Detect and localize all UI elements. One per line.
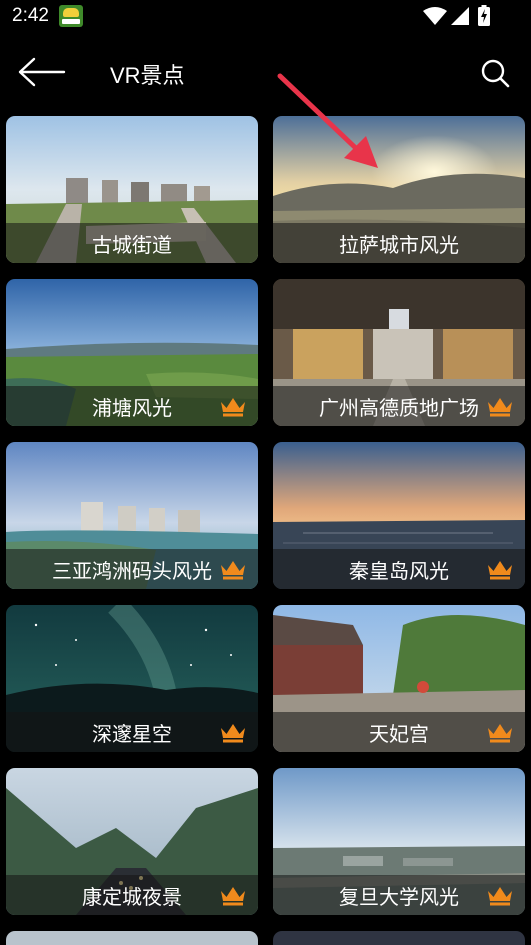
crown-icon bbox=[221, 561, 245, 580]
spot-card-lhasa-city[interactable]: 拉萨城市风光 bbox=[273, 116, 525, 263]
crown-icon bbox=[488, 887, 512, 906]
spot-card-guangzhou-plaza[interactable]: 广州高德质地广场 bbox=[273, 279, 525, 426]
spot-card-partial-right[interactable] bbox=[273, 931, 525, 945]
spot-card-fudan-university[interactable]: 复旦大学风光 bbox=[273, 768, 525, 915]
search-button[interactable] bbox=[478, 56, 512, 90]
spot-card-gucheng-street[interactable]: 古城街道 bbox=[6, 116, 258, 263]
battery-charging-icon bbox=[478, 5, 490, 26]
spot-card-kangding-night[interactable]: 康定城夜景 bbox=[6, 768, 258, 915]
crown-icon bbox=[488, 724, 512, 743]
status-time: 2:42 bbox=[12, 5, 49, 26]
spot-card-qinhuangdao[interactable]: 秦皇岛风光 bbox=[273, 442, 525, 589]
crown-icon bbox=[221, 398, 245, 417]
back-arrow-icon bbox=[18, 57, 66, 87]
spot-card-putang[interactable]: 浦塘风光 bbox=[6, 279, 258, 426]
crown-icon bbox=[488, 561, 512, 580]
crown-icon bbox=[488, 398, 512, 417]
spot-title: 古城街道 bbox=[92, 233, 172, 257]
spot-card-sanya-wharf[interactable]: 三亚鸿洲码头风光 bbox=[6, 442, 258, 589]
spot-card-tianfei-palace[interactable]: 天妃宫 bbox=[273, 605, 525, 752]
crown-icon bbox=[221, 887, 245, 906]
spot-card-starry-sky[interactable]: 深邃星空 bbox=[6, 605, 258, 752]
spot-card-partial-left[interactable] bbox=[6, 931, 258, 945]
crown-icon bbox=[221, 724, 245, 743]
spot-title: 拉萨城市风光 bbox=[339, 233, 459, 257]
signal-icon bbox=[451, 7, 469, 25]
search-icon bbox=[481, 59, 510, 88]
wifi-icon bbox=[423, 7, 447, 25]
page-title: VR景点 bbox=[110, 63, 185, 88]
status-bar: 2:42 bbox=[0, 0, 531, 34]
app-bar: VR景点 bbox=[0, 34, 531, 110]
app-notification-icon bbox=[59, 5, 83, 27]
back-button[interactable] bbox=[18, 57, 68, 87]
